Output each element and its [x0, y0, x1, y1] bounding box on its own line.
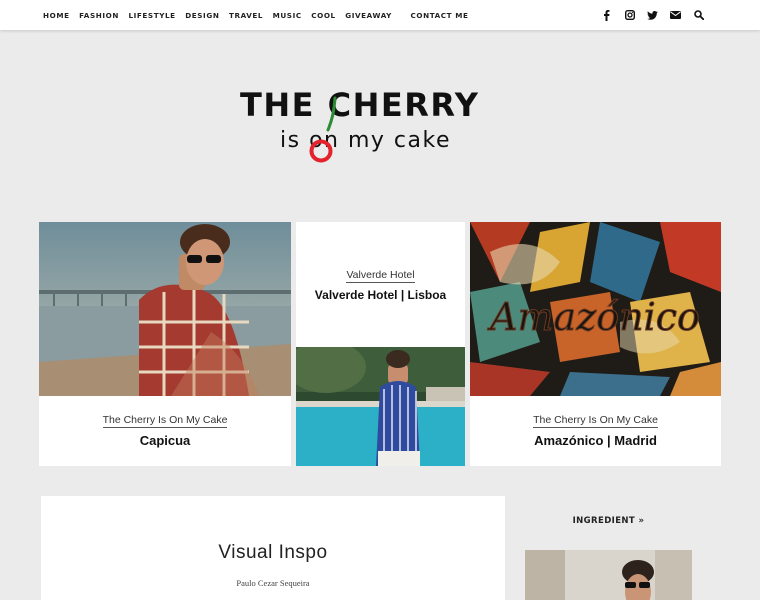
nav-item-travel[interactable]: TRAVEL: [229, 11, 263, 20]
nav-item-cool[interactable]: COOL: [311, 11, 335, 20]
featured-title-capicua[interactable]: Capicua: [39, 433, 291, 448]
featured-card-amazonico[interactable]: Amazónico The Cherry Is On My Cake Amazó…: [470, 222, 721, 466]
latest-post-card: Visual Inspo Paulo Cezar Sequeira: [41, 496, 505, 600]
featured-category-valverde[interactable]: Valverde Hotel: [296, 269, 465, 283]
featured-card-valverde[interactable]: Valverde Hotel Valverde Hotel | Lisboa: [296, 222, 465, 466]
twitter-icon[interactable]: [641, 10, 664, 20]
logo-line-1: THE CHERRY: [240, 86, 480, 124]
post-title[interactable]: Visual Inspo: [41, 542, 505, 564]
nav-item-music[interactable]: MUSIC: [273, 11, 302, 20]
nav-item-lifestyle[interactable]: LIFESTYLE: [128, 11, 175, 20]
featured-image-valverde[interactable]: [296, 347, 465, 466]
top-navigation-bar: HOME FASHION LIFESTYLE DESIGN TRAVEL MUS…: [0, 0, 760, 30]
featured-category-capicua[interactable]: The Cherry Is On My Cake: [39, 414, 291, 428]
featured-title-amazonico[interactable]: Amazónico | Madrid: [470, 433, 721, 448]
featured-image-amazonico[interactable]: Amazónico: [470, 222, 721, 396]
nav-item-contact[interactable]: CONTACT ME: [411, 11, 469, 20]
instagram-icon[interactable]: [618, 10, 641, 20]
featured-title-valverde[interactable]: Valverde Hotel | Lisboa: [296, 288, 465, 302]
sidebar-heading-ingredient[interactable]: INGREDIENT »: [525, 516, 692, 526]
featured-category-amazonico[interactable]: The Cherry Is On My Cake: [470, 414, 721, 428]
cherry-icon: [309, 96, 337, 163]
main-menu: HOME FASHION LIFESTYLE DESIGN TRAVEL MUS…: [43, 0, 478, 30]
nav-item-home[interactable]: HOME: [43, 11, 70, 20]
featured-image-capicua[interactable]: [39, 222, 291, 396]
nav-item-fashion[interactable]: FASHION: [79, 11, 119, 20]
facebook-icon[interactable]: [595, 9, 618, 21]
nav-item-design[interactable]: DESIGN: [185, 11, 219, 20]
svg-text:Amazónico: Amazónico: [487, 295, 700, 339]
nav-item-giveaway[interactable]: GIVEAWAY: [345, 11, 392, 20]
site-logo[interactable]: THE CHERRY is on my cake: [0, 86, 760, 166]
sidebar-image[interactable]: [525, 550, 692, 600]
social-links: [595, 0, 710, 30]
featured-card-capicua[interactable]: The Cherry Is On My Cake Capicua: [39, 222, 291, 466]
email-icon[interactable]: [664, 11, 687, 19]
post-author: Paulo Cezar Sequeira: [236, 578, 310, 588]
search-icon[interactable]: [687, 10, 710, 20]
